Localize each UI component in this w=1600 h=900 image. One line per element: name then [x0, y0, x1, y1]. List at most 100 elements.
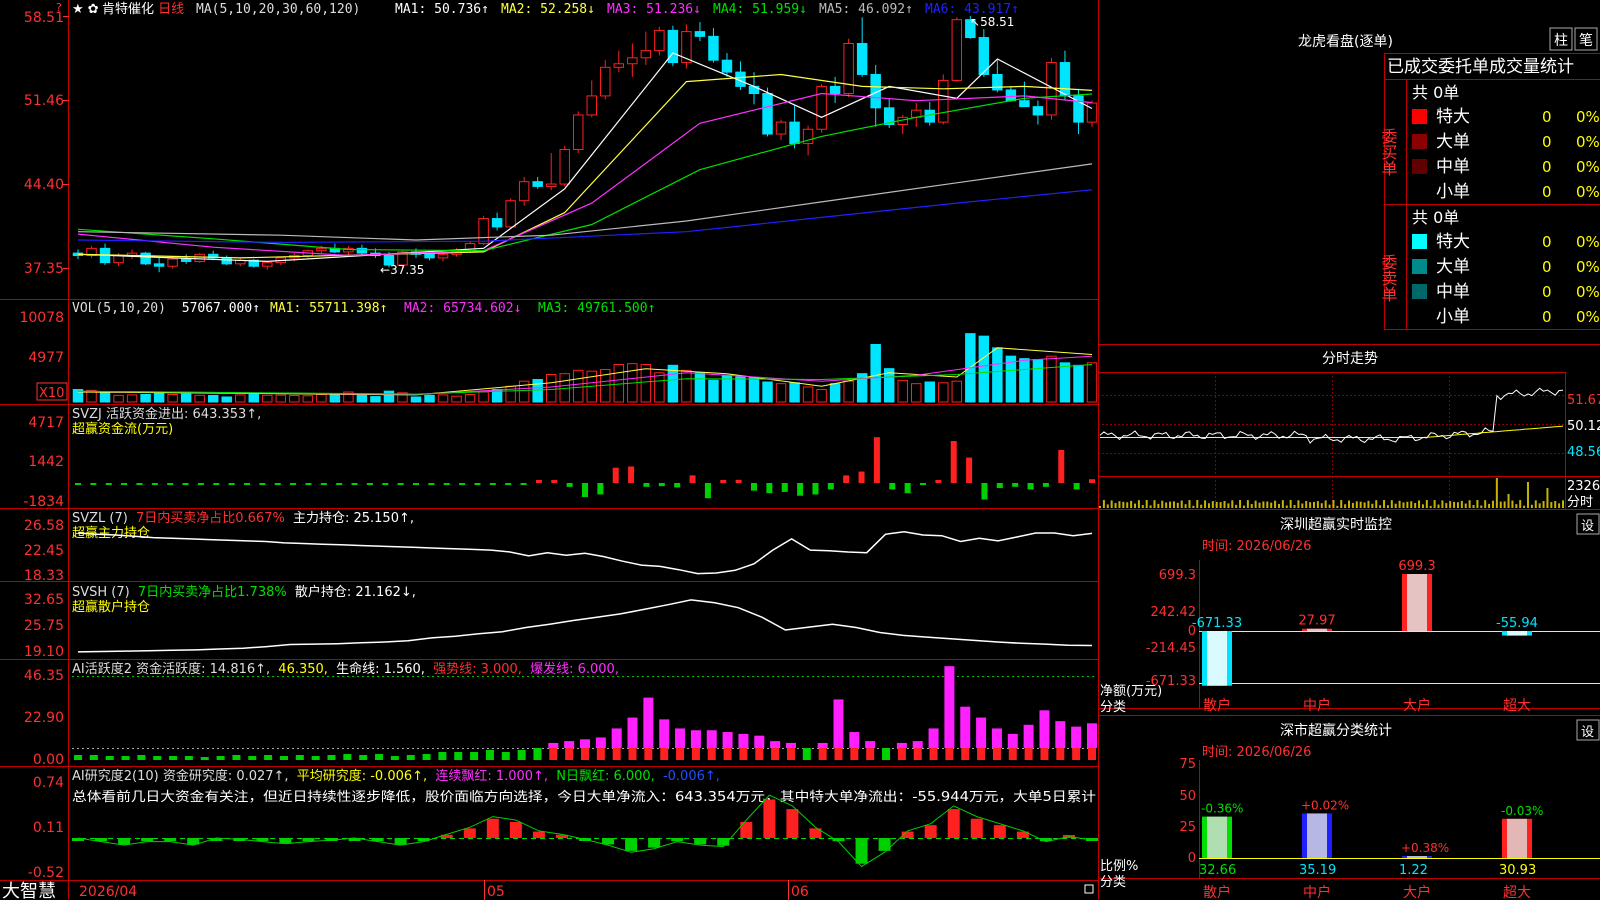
fenshi-vol-bar — [1550, 502, 1553, 508]
candle-body — [938, 79, 949, 123]
ai-base-bar — [153, 756, 162, 760]
volume-bar — [505, 385, 516, 403]
fenshi-vol-bar — [1196, 500, 1199, 508]
sz-left-label-2: 分类 — [1100, 700, 1126, 715]
ai-bar — [611, 728, 622, 748]
fenshi-vol-bar — [1165, 502, 1168, 508]
fenshi-y-axis: 51.67 50.12 48.56 2326 分时 — [1567, 393, 1600, 510]
ai2-bar — [532, 831, 545, 838]
ma-value-3: MA3: 51.236↓ — [607, 2, 701, 17]
ai-base-bar — [707, 748, 716, 760]
fenshi-vol-bar — [1239, 500, 1242, 508]
candle-body — [789, 121, 800, 145]
ai-base-bar — [232, 755, 241, 760]
fenshi-vol-bar — [1242, 505, 1245, 508]
ss-time: 时间: 2026/06/26 — [1202, 745, 1311, 760]
ai-base-bar — [216, 756, 225, 760]
candle-body — [491, 218, 503, 228]
svzj-bar — [751, 483, 757, 491]
svzj-bar — [966, 457, 973, 483]
fenshi-vol-bar — [1153, 500, 1156, 508]
ai-base-bar — [264, 755, 273, 760]
fenshi-vol-bar — [1546, 488, 1549, 508]
fenshi-vol-bar — [1441, 500, 1444, 508]
price-y-axis: 58.51 51.46 44.40 37.35 — [24, 10, 64, 277]
period-label[interactable]: 日线 — [158, 2, 184, 17]
sell-row-pct-4: 0% — [1576, 308, 1600, 326]
svzj-bar — [643, 483, 650, 487]
candle-body — [518, 181, 530, 202]
ai-base-bar — [470, 752, 479, 760]
ss-left-label-1: 比例% — [1100, 859, 1138, 874]
candle-body — [586, 95, 597, 116]
ss-bar-change: -0.36% — [1201, 802, 1243, 816]
volume-bar — [1019, 358, 1030, 403]
fenshi-vol-bar — [1215, 501, 1218, 508]
ss-bar-inner — [1507, 818, 1527, 858]
buy-row-name-4: 小单 — [1436, 182, 1470, 202]
ai-base-bar — [74, 755, 82, 760]
terminal-canvas: 58.51 51.46 44.40 37.35 ? ★ ✿ 肯特催化 日线 MA… — [0, 0, 1600, 900]
ai-base-bar — [105, 756, 114, 760]
high-label: ↖58.51 — [970, 15, 1014, 29]
ai-base-bar — [897, 748, 906, 760]
svzj-bar — [90, 483, 97, 485]
ma-value-2: MA2: 52.258↓ — [501, 2, 595, 17]
volume-bar — [316, 393, 327, 403]
ai2-bar — [786, 809, 799, 838]
volume-bar — [1086, 362, 1098, 403]
fenshi-vol-bar — [1180, 500, 1183, 508]
fenshi-vol-bar — [1110, 500, 1113, 508]
vol-value: 57067.000↑ — [182, 301, 260, 316]
lock-icon[interactable] — [1084, 884, 1094, 894]
svzj-bar — [981, 483, 988, 500]
buy-row-pct-3: 0% — [1576, 158, 1600, 176]
fenshi-vol-bar — [1421, 504, 1424, 508]
fenshi-vol-bar — [1386, 505, 1389, 508]
svzj-bar — [904, 483, 911, 494]
ss-bar-change: +0.38% — [1401, 841, 1449, 855]
ss-bar-inner — [1207, 816, 1227, 858]
volume-bar — [573, 369, 584, 403]
fenshi-vol-bar — [1371, 503, 1374, 508]
candle-body — [924, 109, 935, 123]
ai-base-bar — [248, 756, 257, 760]
fenshi-vol-bar — [1418, 500, 1421, 508]
fenshi-vol-tick: 2326 — [1567, 479, 1600, 494]
ai-base-bar — [660, 748, 669, 760]
ai2-bars — [72, 799, 1098, 864]
buy-row-name-3: 中单 — [1436, 157, 1470, 177]
fenshi-vol-bar — [1270, 502, 1273, 508]
marker-question-icon[interactable]: ? — [56, 1, 62, 14]
candle-body — [167, 258, 178, 267]
ai-base-bar — [327, 755, 336, 760]
sz-category: 散户 — [1203, 697, 1231, 714]
ai2-bar — [602, 838, 615, 845]
fenshi-vol-bar — [1219, 502, 1222, 508]
candle-body — [262, 262, 273, 267]
fenshi-vol-bar — [1398, 500, 1401, 508]
volume-bar — [289, 394, 300, 403]
ai-base-bar — [866, 748, 875, 760]
fenshi-tick-1: 51.67 — [1567, 393, 1600, 408]
ss-tick-3: 25 — [1179, 820, 1196, 835]
ai-bar — [944, 666, 955, 748]
ai-bar — [738, 733, 749, 748]
vol-title-line: VOL(5,10,20) 57067.000↑ — [72, 301, 260, 316]
ai2-y-axis: 0.74 0.11 -0.52 — [28, 775, 64, 881]
tab-volume-stats[interactable]: 成交量统计 — [1489, 57, 1574, 77]
fenshi-vol-bar — [1297, 500, 1300, 508]
ss-left-label-2: 分类 — [1100, 875, 1126, 890]
fenshi-vol-bar — [1324, 500, 1327, 508]
star-icon[interactable]: ★ ✿ — [72, 2, 99, 17]
ai-base-bar — [169, 756, 178, 760]
buy-orders-label: 委买单 — [1379, 128, 1398, 176]
volume-bar — [167, 393, 178, 403]
ai-base-bar — [549, 748, 558, 760]
candle-body — [505, 200, 516, 228]
tab-filled-orders[interactable]: 已成交委托单 — [1387, 57, 1489, 77]
sell-row-count-4: 0 — [1542, 308, 1552, 326]
fenshi-vol-bar — [1425, 500, 1428, 508]
ai-base-bar — [723, 748, 732, 760]
fenshi-vol-bar — [1274, 500, 1277, 508]
